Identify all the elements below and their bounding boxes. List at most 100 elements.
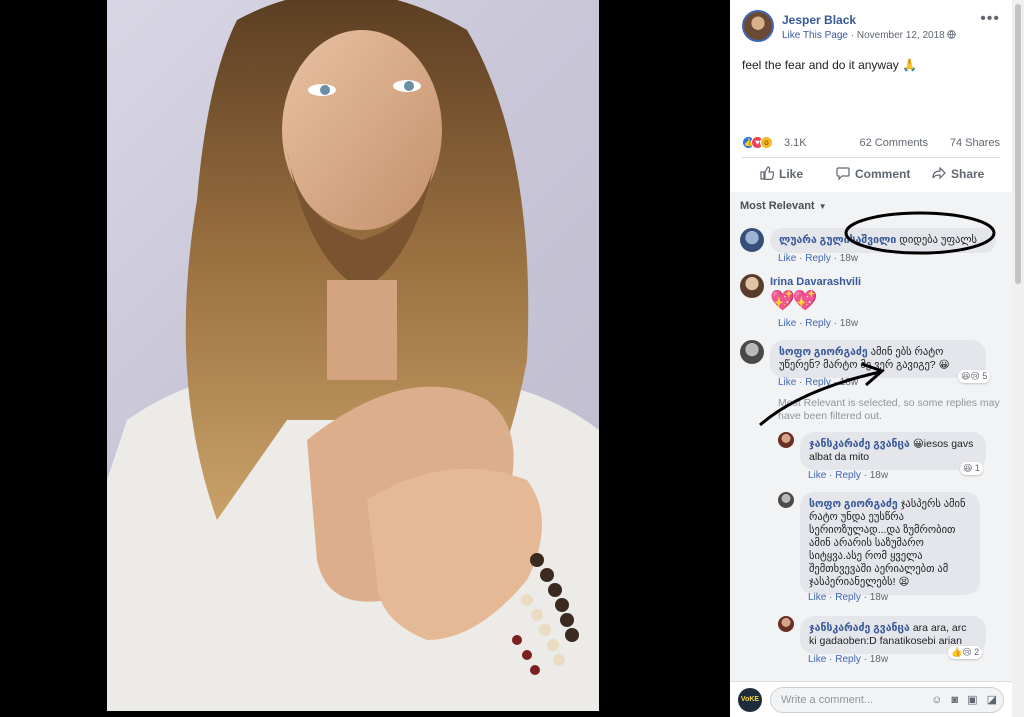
divider <box>742 157 1000 158</box>
like-page-link[interactable]: Like This Page <box>782 30 848 41</box>
wow-icon: o <box>760 136 773 149</box>
comment-author[interactable]: Irina Davarashvili <box>770 276 861 288</box>
thumbs-up-icon <box>760 166 775 180</box>
reply-author[interactable]: სოფო გიორგაძე <box>809 498 898 510</box>
reply-reply-link[interactable]: Reply <box>835 592 861 603</box>
reply-reply-link[interactable]: Reply <box>835 470 861 481</box>
smiley-icon[interactable]: ☺ <box>931 694 942 706</box>
user-avatar[interactable]: VoKE <box>738 688 762 712</box>
comments-area: Most Relevant ▼ ლუარა გულისაშვილი დიდება უ… <box>730 192 1012 681</box>
post-stats: 👍 ♥ o 3.1K 62 Comments 74 Shares <box>742 134 1000 152</box>
replier-avatar[interactable] <box>778 432 794 448</box>
post-text-body: feel the fear and do it anyway <box>742 58 899 72</box>
post-actions: Like Comment Share <box>742 160 1000 188</box>
caret-down-icon: ▼ <box>818 202 827 211</box>
comment-like-link[interactable]: Like <box>778 318 796 329</box>
comment-text: 💖💖 <box>770 290 818 312</box>
scrollbar-thumb[interactable] <box>1015 4 1021 284</box>
camera-icon[interactable]: ◙ <box>951 694 958 706</box>
meta-separator: · <box>847 30 857 41</box>
comment-time[interactable]: 18w <box>840 253 858 264</box>
filter-note: Most Relevant is selected, so some repli… <box>778 397 1000 422</box>
comment-bubble: ლუარა გულისაშვილი დიდება უფალს <box>770 228 996 253</box>
pray-emoji: 🙏 <box>902 58 918 72</box>
comment-author[interactable]: ლუარა გულისაშვილი <box>779 234 896 246</box>
commenter-avatar[interactable] <box>740 340 764 364</box>
comment-time[interactable]: 18w <box>840 377 858 388</box>
comment-input[interactable]: Write a comment... ☺ ◙ ▣ ◪ <box>770 687 1004 713</box>
post-header: Jesper Black Like This Page · November 1… <box>742 10 1002 44</box>
reply-actions: Like · Reply · 18w <box>808 654 889 665</box>
comment-like-link[interactable]: Like <box>778 377 796 388</box>
ellipsis-icon[interactable]: ••• <box>980 10 1000 28</box>
comment-reactions[interactable]: 😆😢 5 <box>958 370 991 383</box>
reply-bubble: ჯანსკარაძე გვანცა 😀iesos gavs albat da mi… <box>800 432 986 470</box>
share-button[interactable]: Share <box>932 166 984 181</box>
reply-time[interactable]: 18w <box>870 654 888 665</box>
share-label: Share <box>951 167 985 181</box>
comment-actions: Like · Reply · 18w <box>778 377 859 388</box>
reaction-count[interactable]: 3.1K <box>784 137 807 149</box>
reply-actions: Like · Reply · 18w <box>808 592 889 603</box>
comment-placeholder: Write a comment... <box>781 694 874 706</box>
post-panel: Jesper Black Like This Page · November 1… <box>730 0 1012 717</box>
comment-time[interactable]: 18w <box>840 318 858 329</box>
reply-reactions[interactable]: 👍😢 2 <box>948 646 983 659</box>
reply-time[interactable]: 18w <box>870 592 888 603</box>
comment-label: Comment <box>855 167 911 181</box>
reaction-icons[interactable]: 👍 ♥ o <box>742 136 782 150</box>
comment-reply-link[interactable]: Reply <box>805 377 831 388</box>
comment-actions: Like · Reply · 18w <box>778 318 859 329</box>
composer-icons: ☺ ◙ ▣ ◪ <box>925 693 997 706</box>
reply-reactions[interactable]: 😆 1 <box>960 462 983 475</box>
reply-like-link[interactable]: Like <box>808 592 826 603</box>
page-avatar[interactable] <box>742 10 774 42</box>
reply-actions: Like · Reply · 18w <box>808 470 889 481</box>
page-name[interactable]: Jesper Black <box>782 13 856 27</box>
share-icon <box>932 166 946 180</box>
comment-composer: VoKE Write a comment... ☺ ◙ ▣ ◪ <box>730 681 1012 717</box>
reply-author[interactable]: ჯანსკარაძე გვანცა <box>809 438 910 450</box>
replier-avatar[interactable] <box>778 616 794 632</box>
comment-icon <box>836 166 850 181</box>
share-count[interactable]: 74 Shares <box>950 137 1000 149</box>
post-photo[interactable] <box>107 0 599 711</box>
commenter-avatar[interactable] <box>740 228 764 252</box>
reply-like-link[interactable]: Like <box>808 654 826 665</box>
comment-bubble: სოფო გიორგაძე ამინ ებს რატო უწერენ? მარტო… <box>770 340 986 378</box>
comment-reply-link[interactable]: Reply <box>805 253 831 264</box>
comment-reply-link[interactable]: Reply <box>805 318 831 329</box>
comment-like-link[interactable]: Like <box>778 253 796 264</box>
comment-item: სოფო გიორგაძე ამინ ებს რატო უწერენ? მარტო… <box>740 340 1002 390</box>
reply-item: ჯანსკარაძე გვანცა 😀iesos gavs albat da mi… <box>778 432 1008 481</box>
reply-text: ჯასპერს ამინ რატო უნდა ეუსწრა სერიოზულად… <box>809 498 966 588</box>
reply-bubble: სოფო გიორგაძე ჯასპერს ამინ რატო უნდა ეუსწ… <box>800 492 980 595</box>
replier-avatar[interactable] <box>778 492 794 508</box>
sort-dropdown[interactable]: Most Relevant ▼ <box>740 200 827 212</box>
comment-author[interactable]: სოფო გიორგაძე <box>779 346 868 358</box>
reply-like-link[interactable]: Like <box>808 470 826 481</box>
portrait-illustration <box>107 0 599 711</box>
comment-item: ლუარა გულისაშვილი დიდება უფალს Like · Rep… <box>740 228 1002 268</box>
reply-item: ჯანსკარაძე გვანცა ara ara, arc ki gadaobe… <box>778 616 1008 666</box>
commenter-avatar[interactable] <box>740 274 764 298</box>
post-meta: Like This Page · November 12, 2018 <box>782 30 957 41</box>
comment-text: დიდება უფალს <box>899 234 978 246</box>
sticker-icon[interactable]: ◪ <box>987 693 997 706</box>
gif-icon[interactable]: ▣ <box>967 693 977 706</box>
like-button[interactable]: Like <box>760 166 803 181</box>
reply-time[interactable]: 18w <box>870 470 888 481</box>
comment-count[interactable]: 62 Comments <box>860 137 928 149</box>
reply-author[interactable]: ჯანსკარაძე გვანცა <box>809 622 910 634</box>
scrollbar[interactable] <box>1012 0 1024 717</box>
reply-reply-link[interactable]: Reply <box>835 654 861 665</box>
comment-actions: Like · Reply · 18w <box>778 253 859 264</box>
reply-item: სოფო გიორგაძე ჯასპერს ამინ რატო უნდა ეუსწ… <box>778 492 1008 603</box>
post-date[interactable]: November 12, 2018 <box>857 30 945 41</box>
post-text: feel the fear and do it anyway 🙏 <box>742 58 917 72</box>
comment-item: Irina Davarashvili 💖💖 Like · Reply · 18w <box>740 274 1002 332</box>
sort-label: Most Relevant <box>740 200 815 212</box>
like-label: Like <box>779 167 804 181</box>
comment-button[interactable]: Comment <box>836 166 910 181</box>
photo-viewer <box>0 0 730 717</box>
